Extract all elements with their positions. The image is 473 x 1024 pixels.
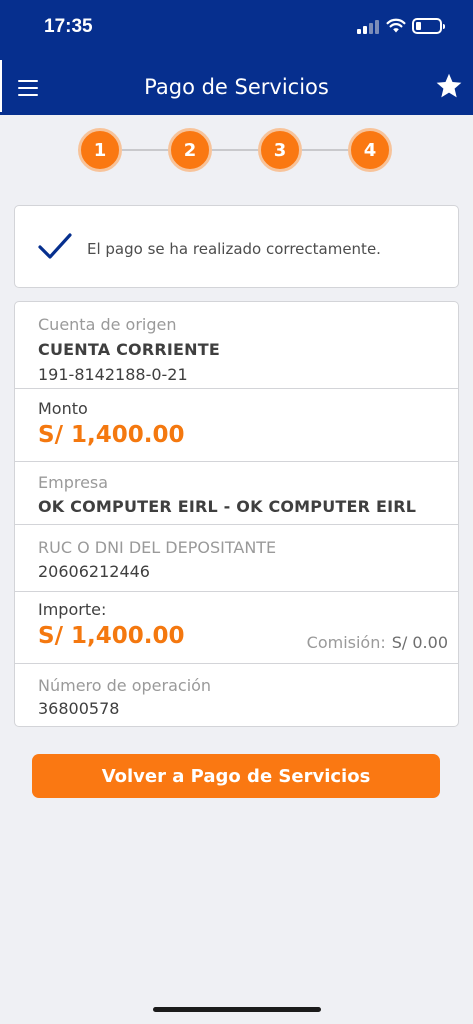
- wifi-icon: [386, 18, 406, 33]
- importe-label: Importe:: [38, 600, 107, 619]
- nav-bar: Pago de Servicios: [0, 58, 473, 115]
- step-connector: [122, 149, 170, 151]
- ruc-label: RUC O DNI DEL DEPOSITANTE: [38, 538, 277, 557]
- importe-row: Importe: S/ 1,400.00 Comisión: S/ 0.00: [15, 592, 458, 664]
- home-indicator: [153, 1007, 321, 1012]
- origin-account-label: Cuenta de origen: [38, 315, 177, 334]
- amount-label: Monto: [38, 399, 88, 418]
- operation-number-value: 36800578: [38, 699, 120, 718]
- commission: Comisión: S/ 0.00: [307, 633, 448, 652]
- company-value: OK COMPUTER EIRL - OK COMPUTER EIRL: [38, 497, 417, 516]
- ruc-value: 20606212446: [38, 562, 150, 581]
- origin-account-type: CUENTA CORRIENTE: [38, 340, 220, 359]
- commission-label: Comisión:: [306, 633, 386, 652]
- step-2: 2: [168, 128, 212, 172]
- step-connector: [212, 149, 260, 151]
- success-message: El pago se ha realizado correctamente.: [87, 240, 381, 258]
- step-connector: [302, 149, 350, 151]
- ruc-row: RUC O DNI DEL DEPOSITANTE 20606212446: [15, 525, 458, 592]
- checkmark-icon: [38, 233, 72, 259]
- status-time: 17:35: [44, 16, 93, 37]
- origin-account-row: Cuenta de origen CUENTA CORRIENTE 191-81…: [15, 302, 458, 389]
- company-row: Empresa OK COMPUTER EIRL - OK COMPUTER E…: [15, 462, 458, 525]
- origin-account-number: 191-8142188-0-21: [38, 365, 188, 384]
- importe-value: S/ 1,400.00: [38, 623, 185, 649]
- company-label: Empresa: [38, 473, 109, 492]
- favorite-star-icon[interactable]: [435, 72, 463, 100]
- amount-value: S/ 1,400.00: [38, 422, 185, 448]
- amount-row: Monto S/ 1,400.00: [15, 389, 458, 462]
- step-1: 1: [78, 128, 122, 172]
- success-card: El pago se ha realizado correctamente.: [14, 205, 459, 288]
- step-4: 4: [348, 128, 392, 172]
- progress-stepper: 1 2 3 4: [0, 128, 473, 172]
- battery-icon: [412, 18, 445, 34]
- commission-value: S/ 0.00: [391, 633, 448, 652]
- cellular-signal-icon: [357, 20, 379, 34]
- operation-number-label: Número de operación: [38, 676, 212, 695]
- operation-row: Número de operación 36800578: [15, 664, 458, 726]
- status-bar: 17:35: [0, 0, 473, 58]
- page-title: Pago de Servicios: [144, 75, 329, 99]
- payment-details-card: Cuenta de origen CUENTA CORRIENTE 191-81…: [14, 301, 459, 727]
- step-3: 3: [258, 128, 302, 172]
- back-to-payments-button[interactable]: Volver a Pago de Servicios: [32, 754, 440, 798]
